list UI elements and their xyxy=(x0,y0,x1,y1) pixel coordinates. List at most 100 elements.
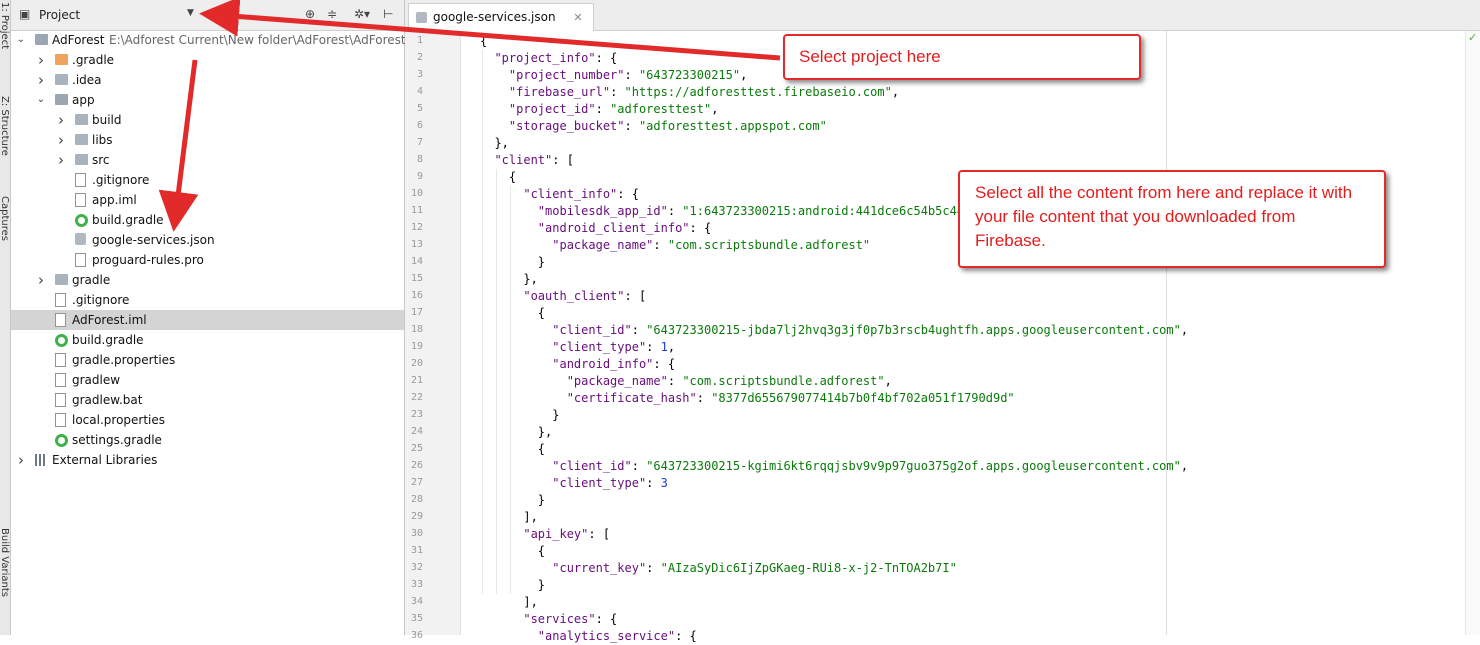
tree-item-label: AdForest.iml xyxy=(72,313,147,327)
callout-select-project-text: Select project here xyxy=(799,47,941,66)
gradle-icon xyxy=(55,334,68,347)
orange-folder-icon xyxy=(55,54,68,65)
json-icon xyxy=(75,233,86,245)
tree-item-label: settings.gradle xyxy=(72,433,162,447)
line-number: 16 xyxy=(410,290,423,301)
tree-item[interactable]: gradle.properties xyxy=(11,350,404,370)
tree-item[interactable]: google-services.json xyxy=(11,230,404,250)
code-line: }, xyxy=(480,425,553,439)
gradle-icon xyxy=(75,214,88,227)
side-tab-build-variants[interactable]: Build Variants xyxy=(0,528,10,597)
tree-item[interactable]: gradlew.bat xyxy=(11,390,404,410)
file-icon xyxy=(55,353,66,367)
callout-replace-content-text: Select all the content from here and rep… xyxy=(975,183,1353,250)
line-number: 26 xyxy=(410,460,423,471)
chevron-right-icon[interactable]: › xyxy=(55,110,67,130)
tree-item-label: External Libraries xyxy=(52,453,158,467)
tree-item[interactable]: › External Libraries xyxy=(11,450,404,470)
code-line: "mobilesdk_app_id": "1:643723300215:andr… xyxy=(537,204,986,218)
line-number: 17 xyxy=(410,307,423,318)
side-tab-z-structure[interactable]: Z: Structure xyxy=(0,96,10,156)
target-icon[interactable]: ⊕ xyxy=(305,7,315,21)
code-line: { xyxy=(480,170,517,184)
line-number: 32 xyxy=(410,562,423,573)
file-icon xyxy=(75,193,86,207)
chevron-right-icon[interactable]: › xyxy=(15,450,27,470)
chevron-right-icon[interactable]: › xyxy=(55,150,67,170)
code-line: { xyxy=(480,442,546,456)
code-line: "analytics_service": { xyxy=(537,629,697,643)
tree-item[interactable]: proguard-rules.pro xyxy=(11,250,404,270)
side-tab-1-project[interactable]: 1: Project xyxy=(0,2,10,49)
line-number: 27 xyxy=(410,477,423,488)
tree-item[interactable]: build.gradle xyxy=(11,210,404,230)
chevron-right-icon[interactable]: › xyxy=(35,70,47,90)
line-number: 24 xyxy=(410,426,423,437)
tree-item-label: .gradle xyxy=(72,53,115,67)
chevron-down-icon[interactable]: ⌄ xyxy=(35,90,47,110)
tree-item[interactable]: › src xyxy=(11,150,404,170)
tab-google-services-json[interactable]: google-services.json ✕ xyxy=(408,3,594,31)
line-number: 3 xyxy=(416,69,423,80)
code-line: "client_type": 3 xyxy=(552,476,668,490)
code-line: } xyxy=(480,255,546,269)
tree-item[interactable]: › .idea xyxy=(11,70,404,90)
gear-icon[interactable]: ✲▾ xyxy=(354,7,370,21)
line-number: 30 xyxy=(410,528,423,539)
line-number: 2 xyxy=(416,52,423,63)
chevron-down-icon[interactable]: ▼ xyxy=(187,8,194,18)
file-icon xyxy=(75,173,86,187)
tree-item-label: gradle xyxy=(72,273,111,287)
tree-item[interactable]: app.iml xyxy=(11,190,404,210)
tree-item[interactable]: .gitignore xyxy=(11,170,404,190)
tree-item[interactable]: › gradle xyxy=(11,270,404,290)
tree-item[interactable]: .gitignore xyxy=(11,290,404,310)
tree-item-label: .gitignore xyxy=(92,173,150,187)
indent-guide xyxy=(482,50,483,594)
tree-item[interactable]: gradlew xyxy=(11,370,404,390)
tree-item-label: gradlew xyxy=(72,373,121,387)
tree-item[interactable]: › .gradle xyxy=(11,50,404,70)
code-line: "firebase_url": "https://adforesttest.fi… xyxy=(508,85,900,99)
close-icon[interactable]: ✕ xyxy=(573,11,582,24)
tree-item-label: build.gradle xyxy=(92,213,164,227)
line-number: 33 xyxy=(410,579,423,590)
line-number: 29 xyxy=(410,511,423,522)
line-number: 14 xyxy=(410,256,423,267)
tree-item-label: local.properties xyxy=(72,413,166,427)
tree-item[interactable]: settings.gradle xyxy=(11,430,404,450)
code-line: "project_id": "adforesttest", xyxy=(508,102,719,116)
tree-item[interactable]: local.properties xyxy=(11,410,404,430)
code-line: }, xyxy=(480,272,538,286)
project-panel-header: ▣ Project ▼ ⊕ ≑ ✲▾ ⊢ xyxy=(11,0,404,31)
tree-item[interactable]: › build xyxy=(11,110,404,130)
collapse-icon[interactable]: ≑ xyxy=(327,7,337,21)
chevron-right-icon[interactable]: › xyxy=(35,50,47,70)
tree-item-path: E:\Adforest Current\New folder\AdForest\… xyxy=(109,33,406,47)
check-icon: ✓ xyxy=(1468,31,1478,44)
line-number: 11 xyxy=(410,205,423,216)
tree-item[interactable]: › libs xyxy=(11,130,404,150)
chevron-down-icon[interactable]: ⌄ xyxy=(15,30,27,50)
chevron-right-icon[interactable]: › xyxy=(55,130,67,150)
project-view-icon[interactable]: ▣ xyxy=(19,7,30,21)
tree-item[interactable]: ⌄ app xyxy=(11,90,404,110)
line-number: 15 xyxy=(410,273,423,284)
tree-item[interactable]: ⌄ AdForest E:\Adforest Current\New folder\… xyxy=(11,30,406,50)
tree-item[interactable]: AdForest.iml xyxy=(11,310,404,330)
project-view-selector[interactable]: Project xyxy=(39,8,80,22)
pin-icon[interactable]: ⊢ xyxy=(383,7,393,21)
module-folder-icon xyxy=(35,34,48,45)
side-tab-captures[interactable]: Captures xyxy=(0,196,10,241)
chevron-right-icon[interactable]: › xyxy=(35,270,47,290)
code-line: "project_number": "643723300215", xyxy=(508,68,748,82)
tool-window-strip: 1: Project Z: Structure Captures Build Vari… xyxy=(0,0,11,635)
code-line: "android_client_info": { xyxy=(537,221,712,235)
file-icon xyxy=(75,253,86,267)
line-number: 35 xyxy=(410,613,423,624)
tree-item[interactable]: build.gradle xyxy=(11,330,404,350)
module-folder-icon xyxy=(55,94,68,105)
code-line: } xyxy=(480,408,560,422)
tree-item-label: gradlew.bat xyxy=(72,393,143,407)
code-line: "oauth_client": [ xyxy=(523,289,647,303)
